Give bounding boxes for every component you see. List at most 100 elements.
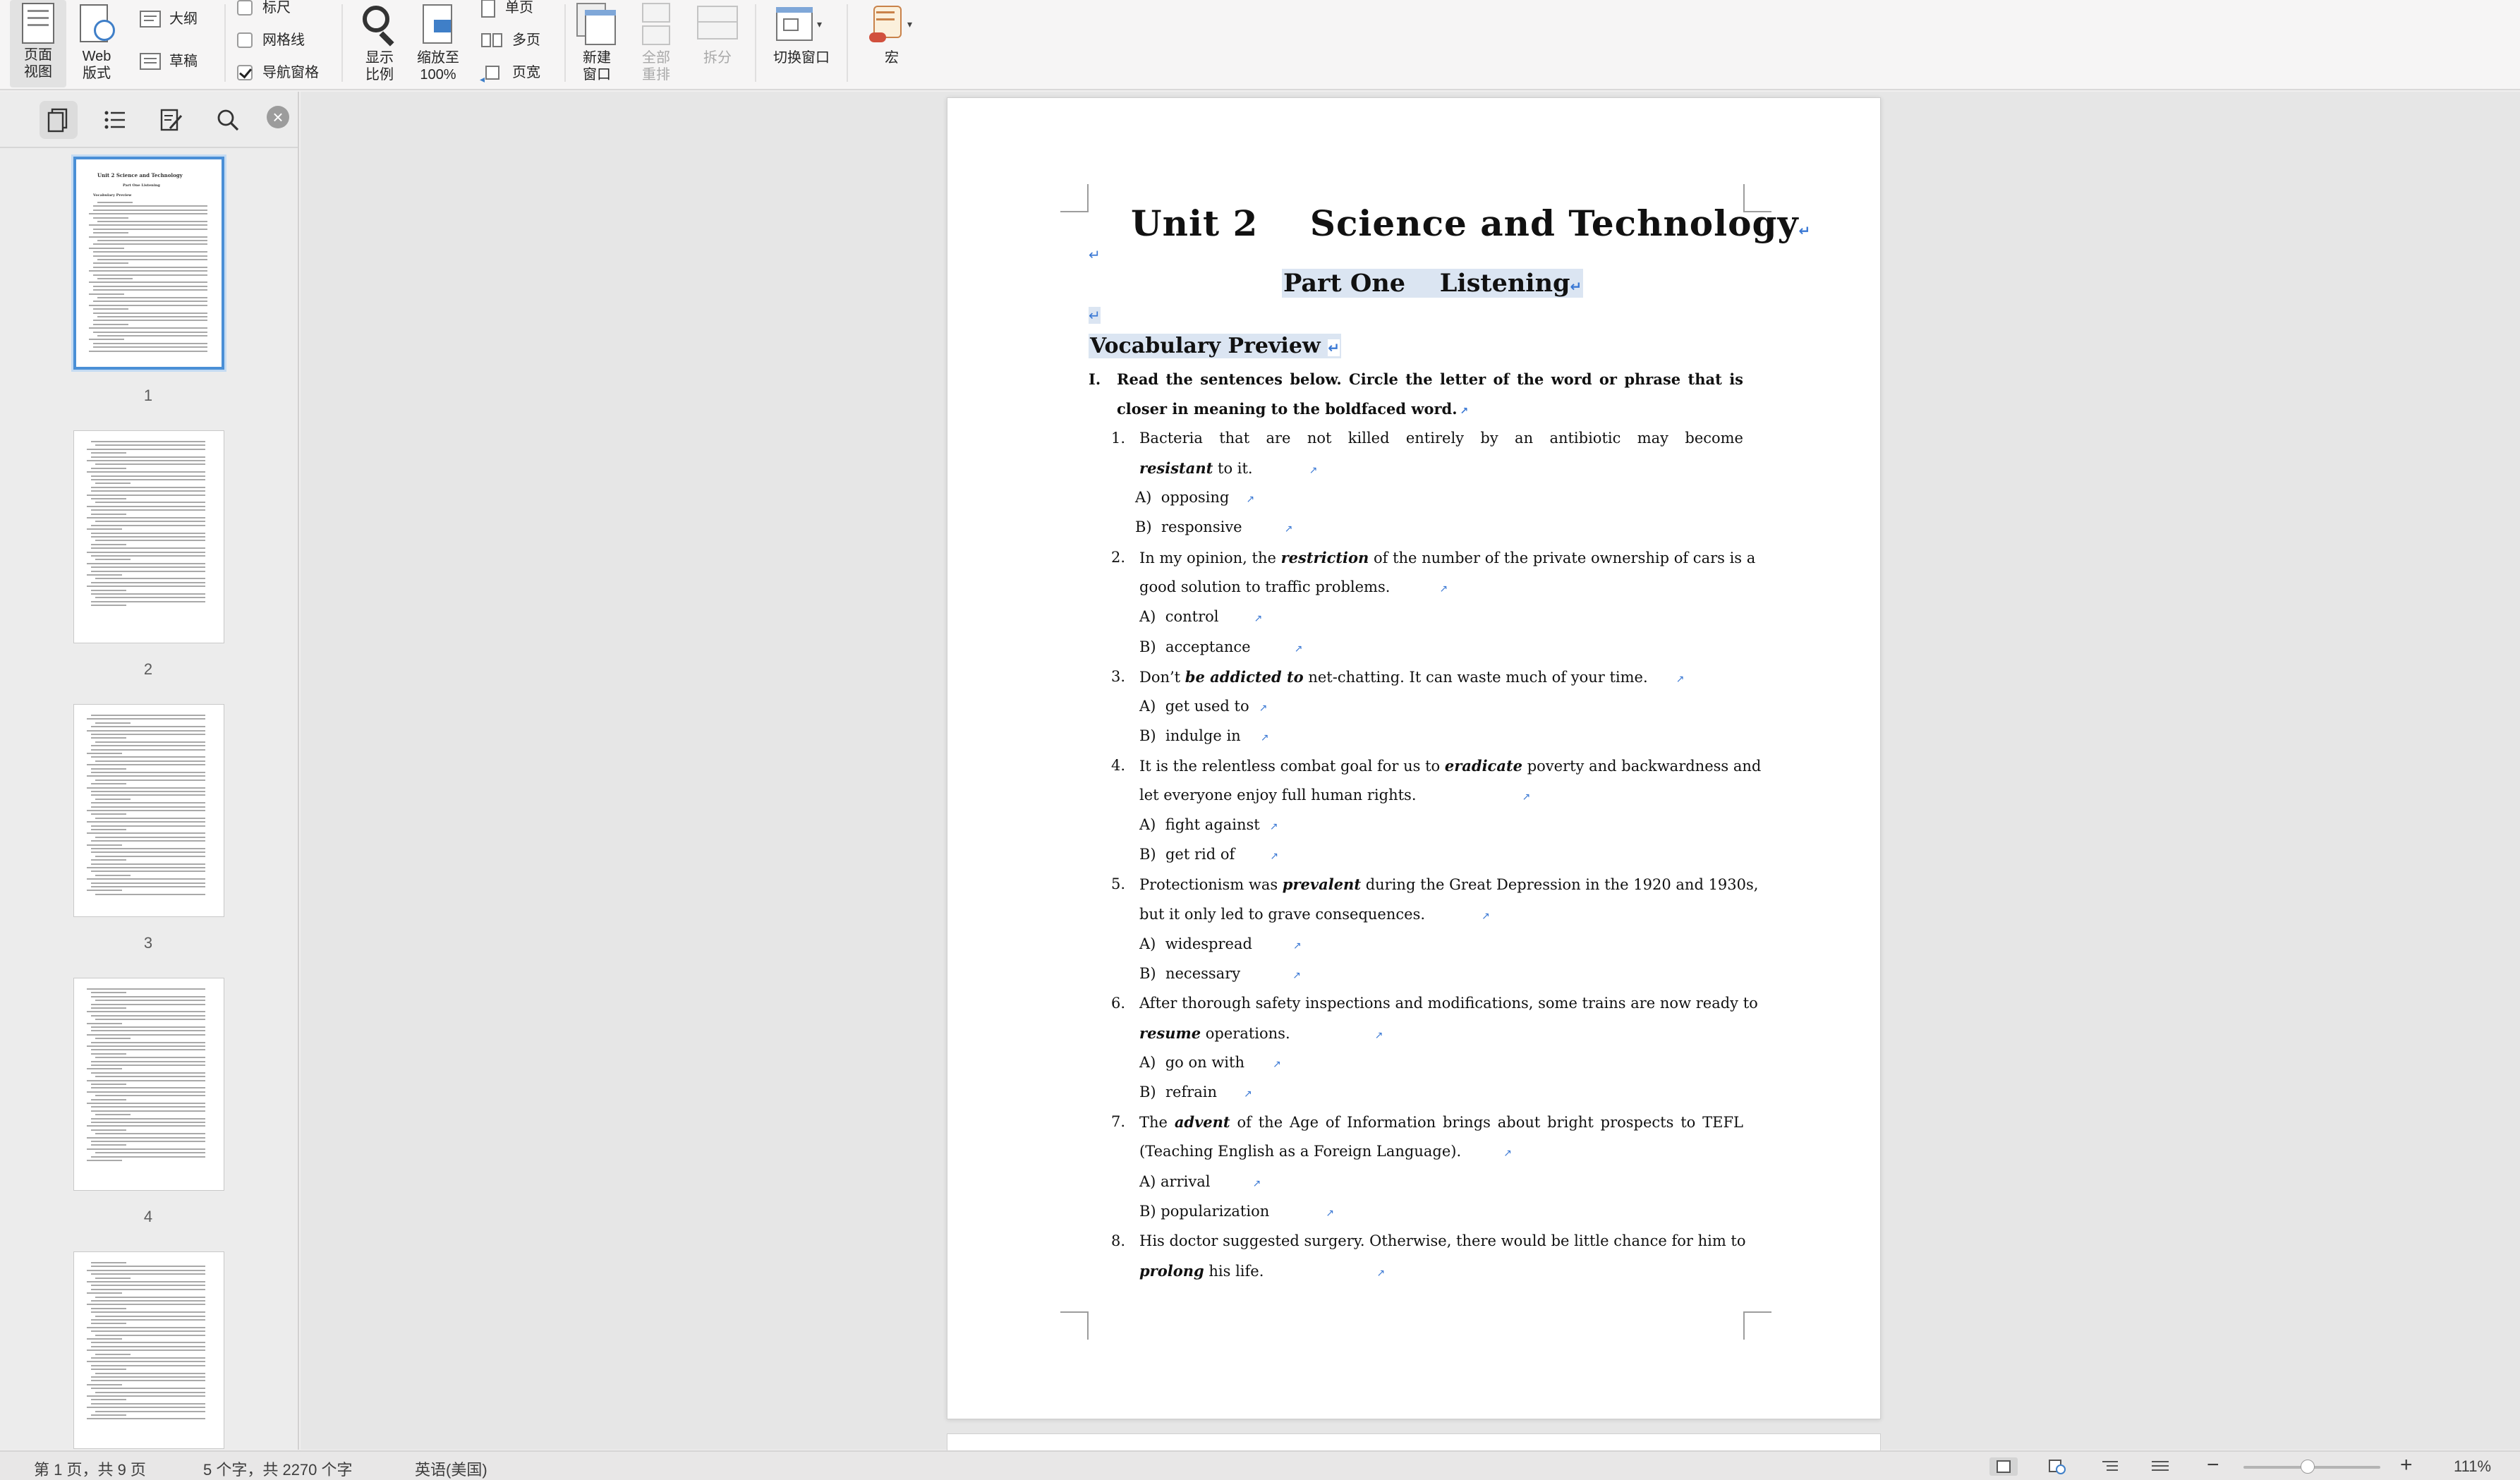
page-thumbnail[interactable]: [73, 978, 224, 1191]
thumb-text-line: [91, 806, 205, 808]
print-layout-view-icon[interactable]: [1989, 1457, 2018, 1476]
question-line[interactable]: let everyone enjoy full human rights. ↗: [1139, 787, 1530, 803]
question-line[interactable]: After thorough safety inspections and mo…: [1139, 995, 1758, 1012]
close-pane-icon[interactable]: ×: [267, 106, 289, 128]
draft-view-icon[interactable]: [2146, 1457, 2174, 1476]
option-line[interactable]: A) arrival ↗: [1139, 1173, 1261, 1190]
gridlines-check-box[interactable]: [237, 32, 253, 48]
crop-mark: [1060, 1311, 1089, 1340]
zoom-in-button[interactable]: +: [2400, 1453, 2413, 1477]
question-line[interactable]: resistant to it. ↗: [1139, 459, 1317, 477]
page-width-button[interactable]: ◂ 页宽: [480, 62, 540, 85]
word-count-status[interactable]: 5 个字，共 2270 个字: [203, 1457, 353, 1480]
ribbon-separator: [564, 4, 566, 82]
one-page-button[interactable]: 单页: [480, 0, 533, 18]
draft-button[interactable]: 草稿: [138, 51, 198, 72]
web-layout-view-icon[interactable]: [2043, 1457, 2071, 1476]
question-text: but it only led to grave consequences.: [1139, 906, 1426, 923]
question-text: It is the relentless combat goal for us …: [1139, 758, 1445, 775]
question-line[interactable]: The advent of the Age of Information bri…: [1139, 1113, 1743, 1131]
thumb-text-line: [87, 586, 205, 588]
question-line[interactable]: It is the relentless combat goal for us …: [1139, 757, 1761, 775]
question-line[interactable]: Protectionism was prevalent during the G…: [1139, 875, 1758, 893]
page-thumbnail[interactable]: [73, 704, 224, 917]
question-line[interactable]: Bacteria that are not killed entirely by…: [1139, 430, 1743, 447]
thumb-text-line: [87, 1125, 205, 1127]
thumb-text-line: [93, 323, 128, 325]
multi-page-button[interactable]: 多页: [480, 30, 540, 51]
question-text: The: [1139, 1114, 1175, 1131]
split-button[interactable]: 拆分: [689, 0, 746, 66]
zoom-out-button[interactable]: −: [2207, 1453, 2219, 1477]
option-line[interactable]: B) responsive ↗: [1135, 518, 1292, 535]
new-window-button[interactable]: 新建 窗口: [574, 0, 619, 83]
ruler-check-box[interactable]: [237, 0, 253, 16]
thumb-text-line: [89, 304, 207, 306]
option-line[interactable]: A) fight against ↗: [1139, 816, 1278, 833]
instruction-line[interactable]: Read the sentences below. Circle the let…: [1117, 370, 1743, 388]
option-line[interactable]: A) control ↗: [1139, 608, 1262, 625]
page-count-status[interactable]: 第 1 页，共 9 页: [34, 1457, 146, 1480]
option-line[interactable]: B) indulge in ↗: [1139, 727, 1268, 744]
question-line[interactable]: His doctor suggested surgery. Otherwise,…: [1139, 1232, 1746, 1249]
thumb-text-line: [91, 848, 205, 849]
question-line[interactable]: In my opinion, the restriction of the nu…: [1139, 549, 1755, 566]
zoom-slider-thumb[interactable]: [2301, 1460, 2315, 1474]
ruler-checkbox[interactable]: 标尺: [237, 0, 291, 18]
doc-subtitle[interactable]: Part One Listening↵: [1282, 269, 1584, 298]
outline-button[interactable]: 大纲: [138, 8, 198, 30]
instruction-number: I.: [1089, 370, 1101, 388]
question-line[interactable]: prolong his life. ↗: [1139, 1262, 1385, 1280]
section-heading[interactable]: Vocabulary Preview ↵: [1089, 334, 1341, 358]
question-line[interactable]: but it only led to grave consequences. ↗: [1139, 906, 1490, 923]
keyword: restriction: [1280, 549, 1369, 566]
thumb-text-line: [91, 456, 205, 458]
option-line[interactable]: B) necessary ↗: [1139, 965, 1301, 982]
page-view-button[interactable]: 页面 视图: [10, 0, 66, 87]
zoom-percent[interactable]: 111%: [2454, 1457, 2491, 1476]
reviewing-tab[interactable]: [152, 101, 190, 139]
option-line[interactable]: B) get rid of ↗: [1139, 846, 1278, 863]
question-line[interactable]: good solution to traffic problems. ↗: [1139, 578, 1448, 595]
question-line[interactable]: (Teaching English as a Foreign Language)…: [1139, 1143, 1512, 1160]
nav-pane-checkbox[interactable]: 导航窗格: [237, 62, 319, 83]
document-page[interactable]: Unit 2 Science and Technology↵ ↵ Part On…: [947, 97, 1881, 1419]
option-line[interactable]: B) popularization ↗: [1139, 1203, 1334, 1220]
question-line[interactable]: Don’t be addicted to net-chatting. It ca…: [1139, 668, 1684, 686]
thumbnails-tab[interactable]: [40, 101, 78, 139]
option-line[interactable]: A) get used to ↗: [1139, 698, 1267, 715]
zoom-button[interactable]: 显示 比例: [353, 0, 406, 83]
language-status[interactable]: 英语(美国): [415, 1457, 487, 1480]
thumb-text-line: [91, 1053, 126, 1055]
arrow-mark-icon: ↗: [1309, 465, 1318, 476]
search-tab[interactable]: [209, 101, 247, 139]
switch-window-button[interactable]: ▾ 切换窗口: [766, 0, 837, 66]
thumb-text-line: [91, 1399, 126, 1401]
instruction-line[interactable]: closer in meaning to the boldfaced word.…: [1117, 400, 1468, 418]
option-line[interactable]: A) go on with ↗: [1139, 1054, 1281, 1071]
zoom-100-button[interactable]: 缩放至 100%: [411, 0, 466, 83]
document-canvas[interactable]: Unit 2 Science and Technology↵ ↵ Part On…: [301, 92, 2520, 1455]
outline-view-icon[interactable]: [2097, 1457, 2125, 1476]
macro-button[interactable]: ▾ 宏: [856, 0, 927, 66]
gridlines-checkbox[interactable]: 网格线: [237, 30, 305, 51]
thumb-text-line: [91, 566, 205, 569]
option-line[interactable]: A) widespread ↗: [1139, 935, 1302, 952]
page-thumbnail[interactable]: Unit 2 Science and Technology Part One L…: [73, 157, 224, 370]
question-text: In my opinion, the: [1139, 550, 1281, 566]
option-line[interactable]: B) refrain ↗: [1139, 1084, 1252, 1100]
option-line[interactable]: B) acceptance ↗: [1139, 638, 1302, 655]
question-line[interactable]: resume operations. ↗: [1139, 1024, 1383, 1042]
question-number: 1.: [1110, 430, 1125, 447]
web-view-button[interactable]: Web 版式: [71, 0, 123, 82]
arrange-all-button[interactable]: 全部 重排: [635, 0, 677, 83]
option-text: A) widespread: [1139, 935, 1252, 952]
thumb-text-line: [95, 540, 205, 542]
page-thumbnail[interactable]: [73, 430, 224, 643]
outline-tab[interactable]: [96, 101, 134, 139]
option-line[interactable]: A) opposing ↗: [1135, 489, 1254, 506]
nav-pane-check-box[interactable]: [237, 65, 253, 80]
page-thumbnail[interactable]: [73, 1251, 224, 1449]
zoom-100-label: 缩放至 100%: [417, 50, 459, 83]
doc-title[interactable]: Unit 2 Science and Technology↵: [1131, 202, 1811, 244]
